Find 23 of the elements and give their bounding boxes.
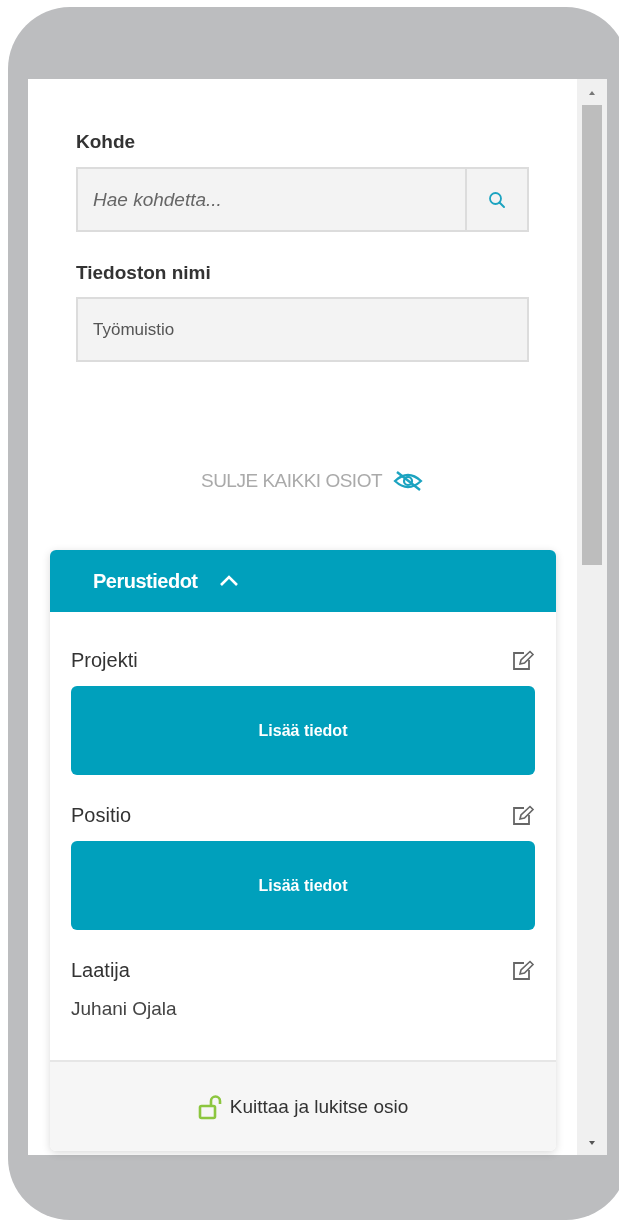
search-field[interactable]: Hae kohdetta...: [76, 167, 465, 232]
input-field[interactable]: Työmuistio: [76, 297, 529, 362]
section-header[interactable]: Perustiedot: [50, 550, 556, 612]
edit-icon[interactable]: [511, 960, 535, 982]
scroll-down-icon[interactable]: [587, 1139, 597, 1147]
field-value: Juhani Ojala: [71, 998, 178, 1020]
collapse-all-button[interactable]: SULJE KAIKKI OSIOT: [200, 470, 383, 492]
scrollbar[interactable]: [577, 79, 607, 1155]
field-label: Projekti: [71, 649, 138, 672]
scroll-up-icon[interactable]: [587, 89, 597, 97]
scroll-thumb[interactable]: [582, 105, 602, 565]
eye-slash-icon: [392, 470, 425, 492]
field-label: Tiedoston nimi: [76, 262, 212, 284]
field-label: Positio: [71, 804, 132, 827]
add-details-button[interactable]: Lisää tiedot: [71, 841, 535, 930]
add-details-button[interactable]: Lisää tiedot: [71, 686, 535, 775]
confirm-lock-button[interactable]: Kuittaa ja lukitse osio: [229, 1095, 409, 1118]
section-title: Perustiedot: [93, 569, 198, 593]
edit-icon[interactable]: [511, 650, 535, 672]
search-icon: [488, 190, 506, 209]
field-label: Laatija: [71, 959, 130, 982]
edit-icon[interactable]: [511, 805, 535, 827]
field-label: Kohde: [76, 131, 137, 153]
